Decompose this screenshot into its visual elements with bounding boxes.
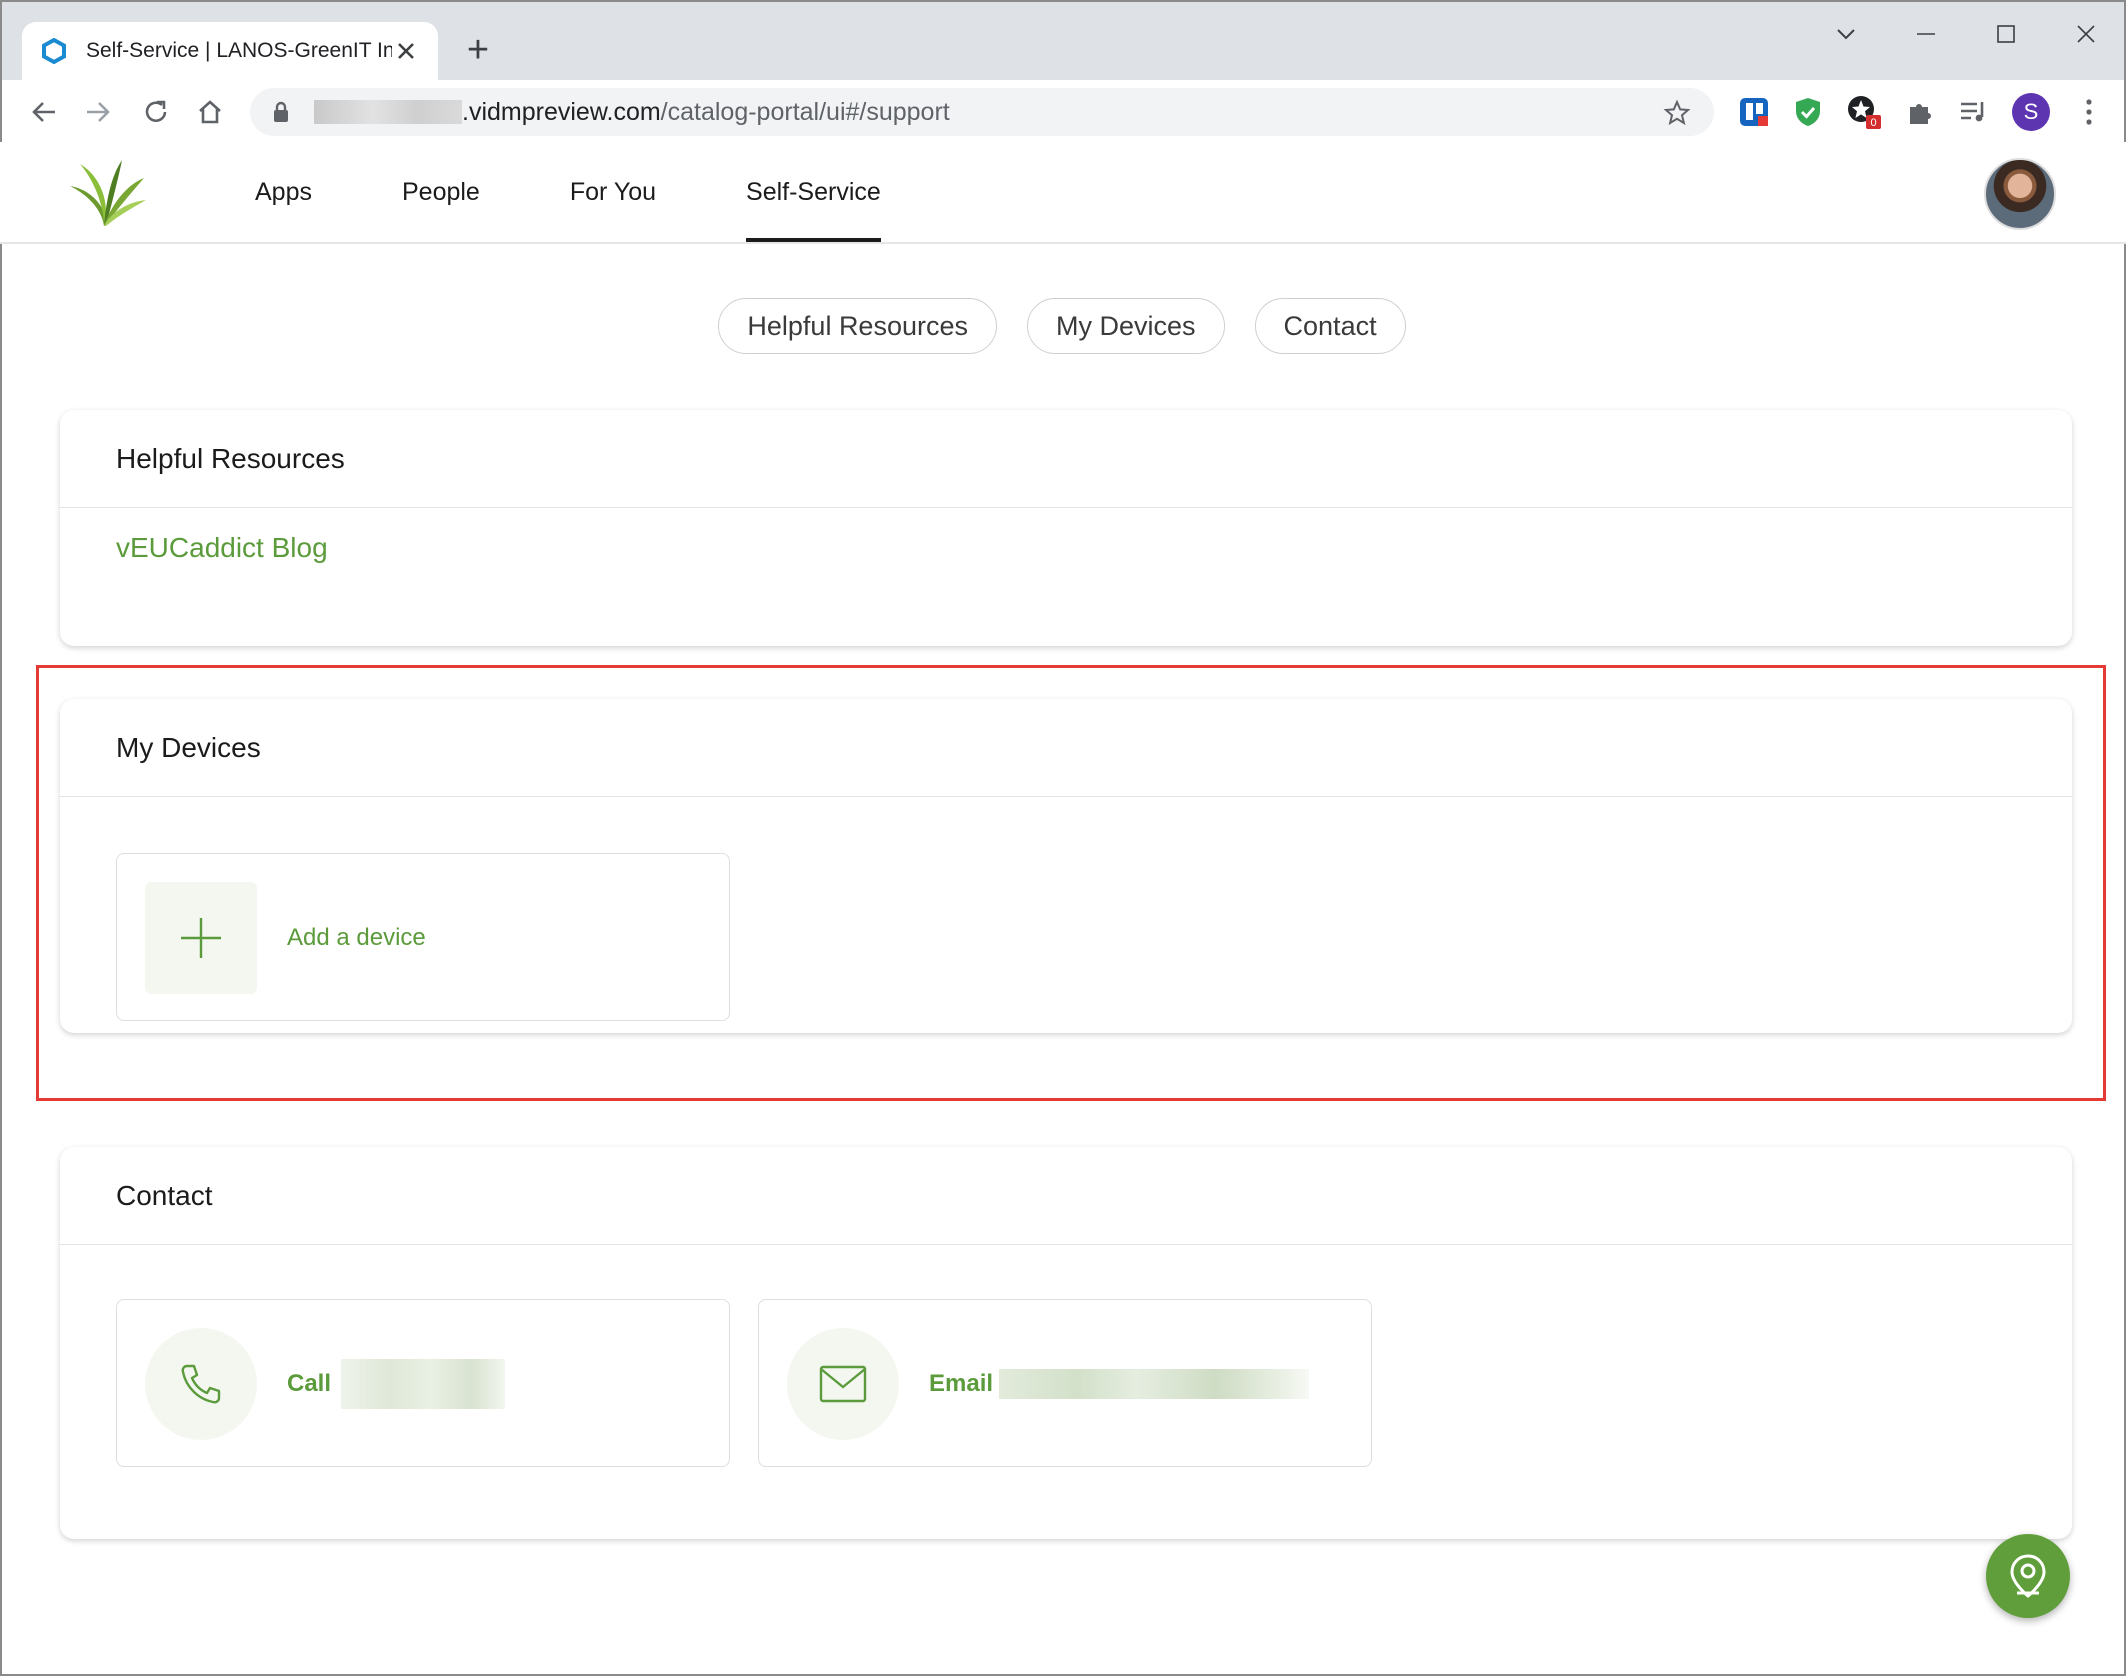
call-tile[interactable]: Call: [116, 1299, 730, 1467]
extension-shield-icon[interactable]: [1788, 92, 1828, 132]
nav-apps[interactable]: Apps: [235, 142, 332, 242]
lock-icon[interactable]: [272, 99, 298, 125]
profile-avatar[interactable]: S: [2012, 93, 2050, 131]
location-help-icon: [2010, 1554, 2046, 1598]
browser-toolbar: .vidmpreview.com/catalog-portal/ui#/supp…: [2, 80, 2124, 144]
tab-close-icon[interactable]: [392, 37, 420, 65]
url-redacted-host: [314, 100, 462, 124]
reading-list-icon[interactable]: [1954, 92, 1994, 132]
email-address-redacted: [999, 1369, 1310, 1399]
my-devices-title: My Devices: [60, 699, 2072, 797]
address-bar[interactable]: .vidmpreview.com/catalog-portal/ui#/supp…: [250, 88, 1714, 136]
tab-search-chevron-icon[interactable]: [1826, 16, 1866, 52]
nav-people[interactable]: People: [382, 142, 500, 242]
reload-icon[interactable]: [134, 90, 178, 134]
add-device-tile[interactable]: Add a device: [116, 853, 730, 1021]
email-label-row: Email: [929, 1300, 1310, 1468]
helpful-resources-title: Helpful Resources: [60, 410, 2072, 508]
nav-self-service[interactable]: Self-Service: [726, 142, 901, 242]
pill-my-devices[interactable]: My Devices: [1027, 298, 1225, 354]
my-devices-card: My Devices Add a device: [60, 699, 2072, 1033]
browser-menu-icon[interactable]: [2074, 92, 2104, 132]
forward-arrow-icon[interactable]: [76, 90, 120, 134]
pill-helpful-resources[interactable]: Helpful Resources: [718, 298, 997, 354]
app-header: Apps People For You Self-Service: [0, 142, 2126, 244]
browser-tab[interactable]: Self-Service | LANOS-GreenIT Intelligenc…: [22, 22, 438, 80]
bookmark-star-icon[interactable]: [1662, 98, 1692, 128]
extensions-puzzle-icon[interactable]: [1900, 92, 1940, 132]
maximize-icon[interactable]: [1986, 16, 2026, 52]
add-device-label: Add a device: [287, 924, 426, 951]
email-label: Email: [929, 1370, 994, 1397]
close-window-icon[interactable]: [2066, 16, 2106, 52]
help-assistant-button[interactable]: [1986, 1534, 2070, 1618]
back-arrow-icon[interactable]: [22, 90, 66, 134]
url-host: .vidmpreview.com: [462, 97, 661, 126]
nav-for-you[interactable]: For You: [550, 142, 676, 242]
url-path: /catalog-portal/ui#/support: [660, 97, 950, 126]
new-tab-button[interactable]: +: [458, 29, 498, 71]
home-icon[interactable]: [188, 90, 232, 134]
url-text: .vidmpreview.com/catalog-portal/ui#/supp…: [462, 98, 950, 127]
contact-title: Contact: [60, 1147, 2072, 1245]
extension-trello-icon[interactable]: [1734, 92, 1774, 132]
browser-chrome: Self-Service | LANOS-GreenIT Intelligenc…: [0, 0, 2126, 144]
company-logo-icon[interactable]: [64, 156, 148, 228]
email-tile[interactable]: Email: [758, 1299, 1372, 1467]
minimize-icon[interactable]: [1906, 16, 1946, 52]
tab-title: Self-Service | LANOS-GreenIT Intelligenc…: [86, 39, 392, 62]
tab-strip: Self-Service | LANOS-GreenIT Intelligenc…: [2, 2, 2124, 80]
call-label-row: Call: [287, 1300, 506, 1468]
helpful-resources-card: Helpful Resources vEUCaddict Blog: [60, 410, 2072, 646]
veucaddict-blog-link[interactable]: vEUCaddict Blog: [116, 532, 328, 564]
extension-badge-count: 0: [1870, 117, 1876, 129]
envelope-icon: [787, 1328, 899, 1440]
workspace-one-favicon-icon: [40, 37, 68, 65]
pill-contact[interactable]: Contact: [1254, 298, 1406, 354]
contact-card: Contact Call Email: [60, 1147, 2072, 1539]
top-navigation: Apps People For You Self-Service: [210, 142, 926, 242]
user-avatar[interactable]: [1984, 158, 2056, 230]
phone-icon: [145, 1328, 257, 1440]
self-service-page: Helpful Resources My Devices Contact Hel…: [0, 244, 2126, 1676]
call-label: Call: [287, 1370, 332, 1397]
extension-badge-icon[interactable]: 0: [1844, 92, 1884, 132]
call-number-redacted: [341, 1359, 506, 1409]
add-device-plus-icon: [145, 882, 257, 994]
section-pill-nav: Helpful Resources My Devices Contact: [2, 298, 2124, 354]
